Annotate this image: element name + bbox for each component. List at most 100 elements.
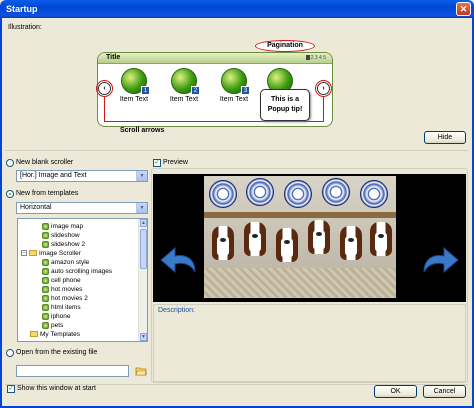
title-bar[interactable]: Startup ✕ — [0, 0, 474, 18]
puppy — [276, 228, 298, 262]
item-text: Item Text — [119, 96, 149, 103]
puppy — [244, 222, 266, 256]
cancel-button[interactable]: Cancel — [423, 385, 466, 398]
folder-icon — [29, 250, 37, 257]
template-type-value: [Hor.] Image and Text — [20, 172, 87, 179]
callout-line — [104, 97, 105, 121]
tree-item-image-map[interactable]: image map — [42, 222, 83, 231]
template-icon — [42, 222, 49, 230]
tree-item-slideshow[interactable]: slideshow — [42, 231, 80, 240]
tree-item-cell-phone[interactable]: cell phone — [42, 276, 81, 285]
shelf — [204, 212, 396, 218]
preview-photo — [204, 176, 396, 298]
chevron-down-icon[interactable]: ▼ — [136, 203, 147, 213]
existing-file-path-input[interactable] — [16, 365, 129, 377]
popup-tip-line-1: This is a — [270, 96, 299, 103]
new-from-templates-radio[interactable] — [6, 190, 14, 198]
scroll-up-icon[interactable]: ▲ — [140, 219, 147, 227]
orientation-select[interactable]: Horizontal ▼ — [16, 202, 148, 214]
illustration-label: Illustration: — [8, 24, 42, 31]
item-badge: 3 — [241, 86, 250, 95]
show-at-start-checkbox[interactable]: ✓ — [7, 385, 15, 393]
demo-title: Title — [106, 54, 121, 61]
preview-pane — [153, 174, 466, 302]
item-text: Item Text — [219, 96, 249, 103]
callout-line — [104, 121, 324, 122]
open-existing-label: Open from the existing file — [16, 349, 98, 356]
hide-button[interactable]: Hide — [424, 131, 466, 144]
new-blank-label: New blank scroller — [16, 159, 74, 166]
ok-button[interactable]: OK — [374, 385, 417, 398]
puppy — [340, 226, 362, 260]
puppy — [370, 222, 392, 256]
template-icon — [42, 267, 49, 275]
tree-item-iphone[interactable]: iphone — [42, 312, 71, 321]
description-box: Description: — [153, 304, 466, 382]
collapse-icon[interactable]: − — [21, 250, 27, 257]
check-icon: ✓ — [8, 385, 14, 392]
divider — [5, 150, 468, 151]
open-folder-icon[interactable] — [135, 365, 147, 377]
chevron-down-icon[interactable]: ▼ — [136, 171, 147, 181]
item-text: Item Text — [169, 96, 199, 103]
pagination-numbers: 2 3 4 5 — [310, 55, 326, 61]
tree-item-auto-scrolling-images[interactable]: auto scrolling images — [42, 267, 112, 276]
globe-icon: 1 — [121, 68, 150, 95]
demo-header: Title 2 3 4 5 — [98, 53, 332, 64]
pagination-callout: Pagination — [255, 40, 315, 52]
new-blank-radio[interactable] — [6, 159, 14, 167]
scroll-arrow-right-icon: › — [317, 82, 330, 95]
preview-checkbox[interactable]: ✓ — [153, 159, 161, 167]
preview-label: Preview — [163, 159, 188, 166]
tree-item-pets[interactable]: pets — [42, 321, 63, 330]
demo-item-2: 2 Item Text — [164, 68, 204, 103]
template-icon — [42, 231, 49, 239]
template-icon — [42, 294, 49, 302]
demo-item-1: 1 Item Text — [114, 68, 154, 103]
tree-item-slideshow-2[interactable]: slideshow 2 — [42, 240, 85, 249]
plate — [284, 180, 312, 208]
open-existing-radio[interactable] — [6, 349, 14, 357]
tree-item-amazon-style[interactable]: amazon style — [42, 258, 89, 267]
tree-scrollbar[interactable]: ▲ ▼ — [138, 219, 147, 341]
plate — [360, 180, 388, 208]
popup-tip-line-2: Popup tip! — [267, 106, 303, 113]
fabric — [204, 268, 396, 298]
template-icon — [42, 303, 49, 311]
puppy — [308, 220, 330, 254]
window-title: Startup — [6, 4, 38, 14]
scrollbar-thumb[interactable] — [140, 229, 147, 269]
scroll-arrow-left-icon: ‹ — [98, 82, 111, 95]
tree-item-hot-movies-2[interactable]: hot movies 2 — [42, 294, 88, 303]
close-icon: ✕ — [459, 4, 468, 14]
tree-item-hot-movies[interactable]: hot movies — [42, 285, 82, 294]
tree-folder-my-templates[interactable]: My Templates — [30, 330, 80, 339]
template-icon — [42, 258, 49, 266]
puppy — [212, 226, 234, 260]
scroll-down-icon[interactable]: ▼ — [140, 333, 147, 341]
plate — [209, 180, 237, 208]
preview-next-arrow-icon[interactable] — [420, 244, 460, 280]
template-tree[interactable]: image map slideshow slideshow 2 − Image S… — [17, 218, 148, 342]
template-icon — [42, 285, 49, 293]
description-label: Description: — [158, 307, 195, 314]
template-icon — [42, 312, 49, 320]
template-type-select[interactable]: [Hor.] Image and Text ▼ — [16, 170, 148, 182]
tree-item-html-items[interactable]: html items — [42, 303, 81, 312]
tree-folder-image-scroller[interactable]: − Image Scroller — [21, 249, 81, 258]
preview-prev-arrow-icon[interactable] — [159, 244, 199, 280]
close-button[interactable]: ✕ — [456, 2, 471, 16]
template-icon — [42, 276, 49, 284]
scroll-arrows-label: Scroll arrows — [120, 127, 165, 134]
globe-icon: 2 — [171, 68, 200, 95]
popup-tip: This is a Popup tip! — [260, 89, 310, 121]
template-icon — [42, 321, 49, 329]
template-icon — [42, 240, 49, 248]
show-at-start-label: Show this window at start — [17, 385, 96, 392]
plate — [246, 178, 274, 206]
globe-icon: 3 — [221, 68, 250, 95]
pagination-indicator: 2 3 4 5 — [305, 55, 326, 61]
item-badge: 1 — [141, 86, 150, 95]
callout-line — [323, 97, 324, 121]
item-badge: 2 — [191, 86, 200, 95]
